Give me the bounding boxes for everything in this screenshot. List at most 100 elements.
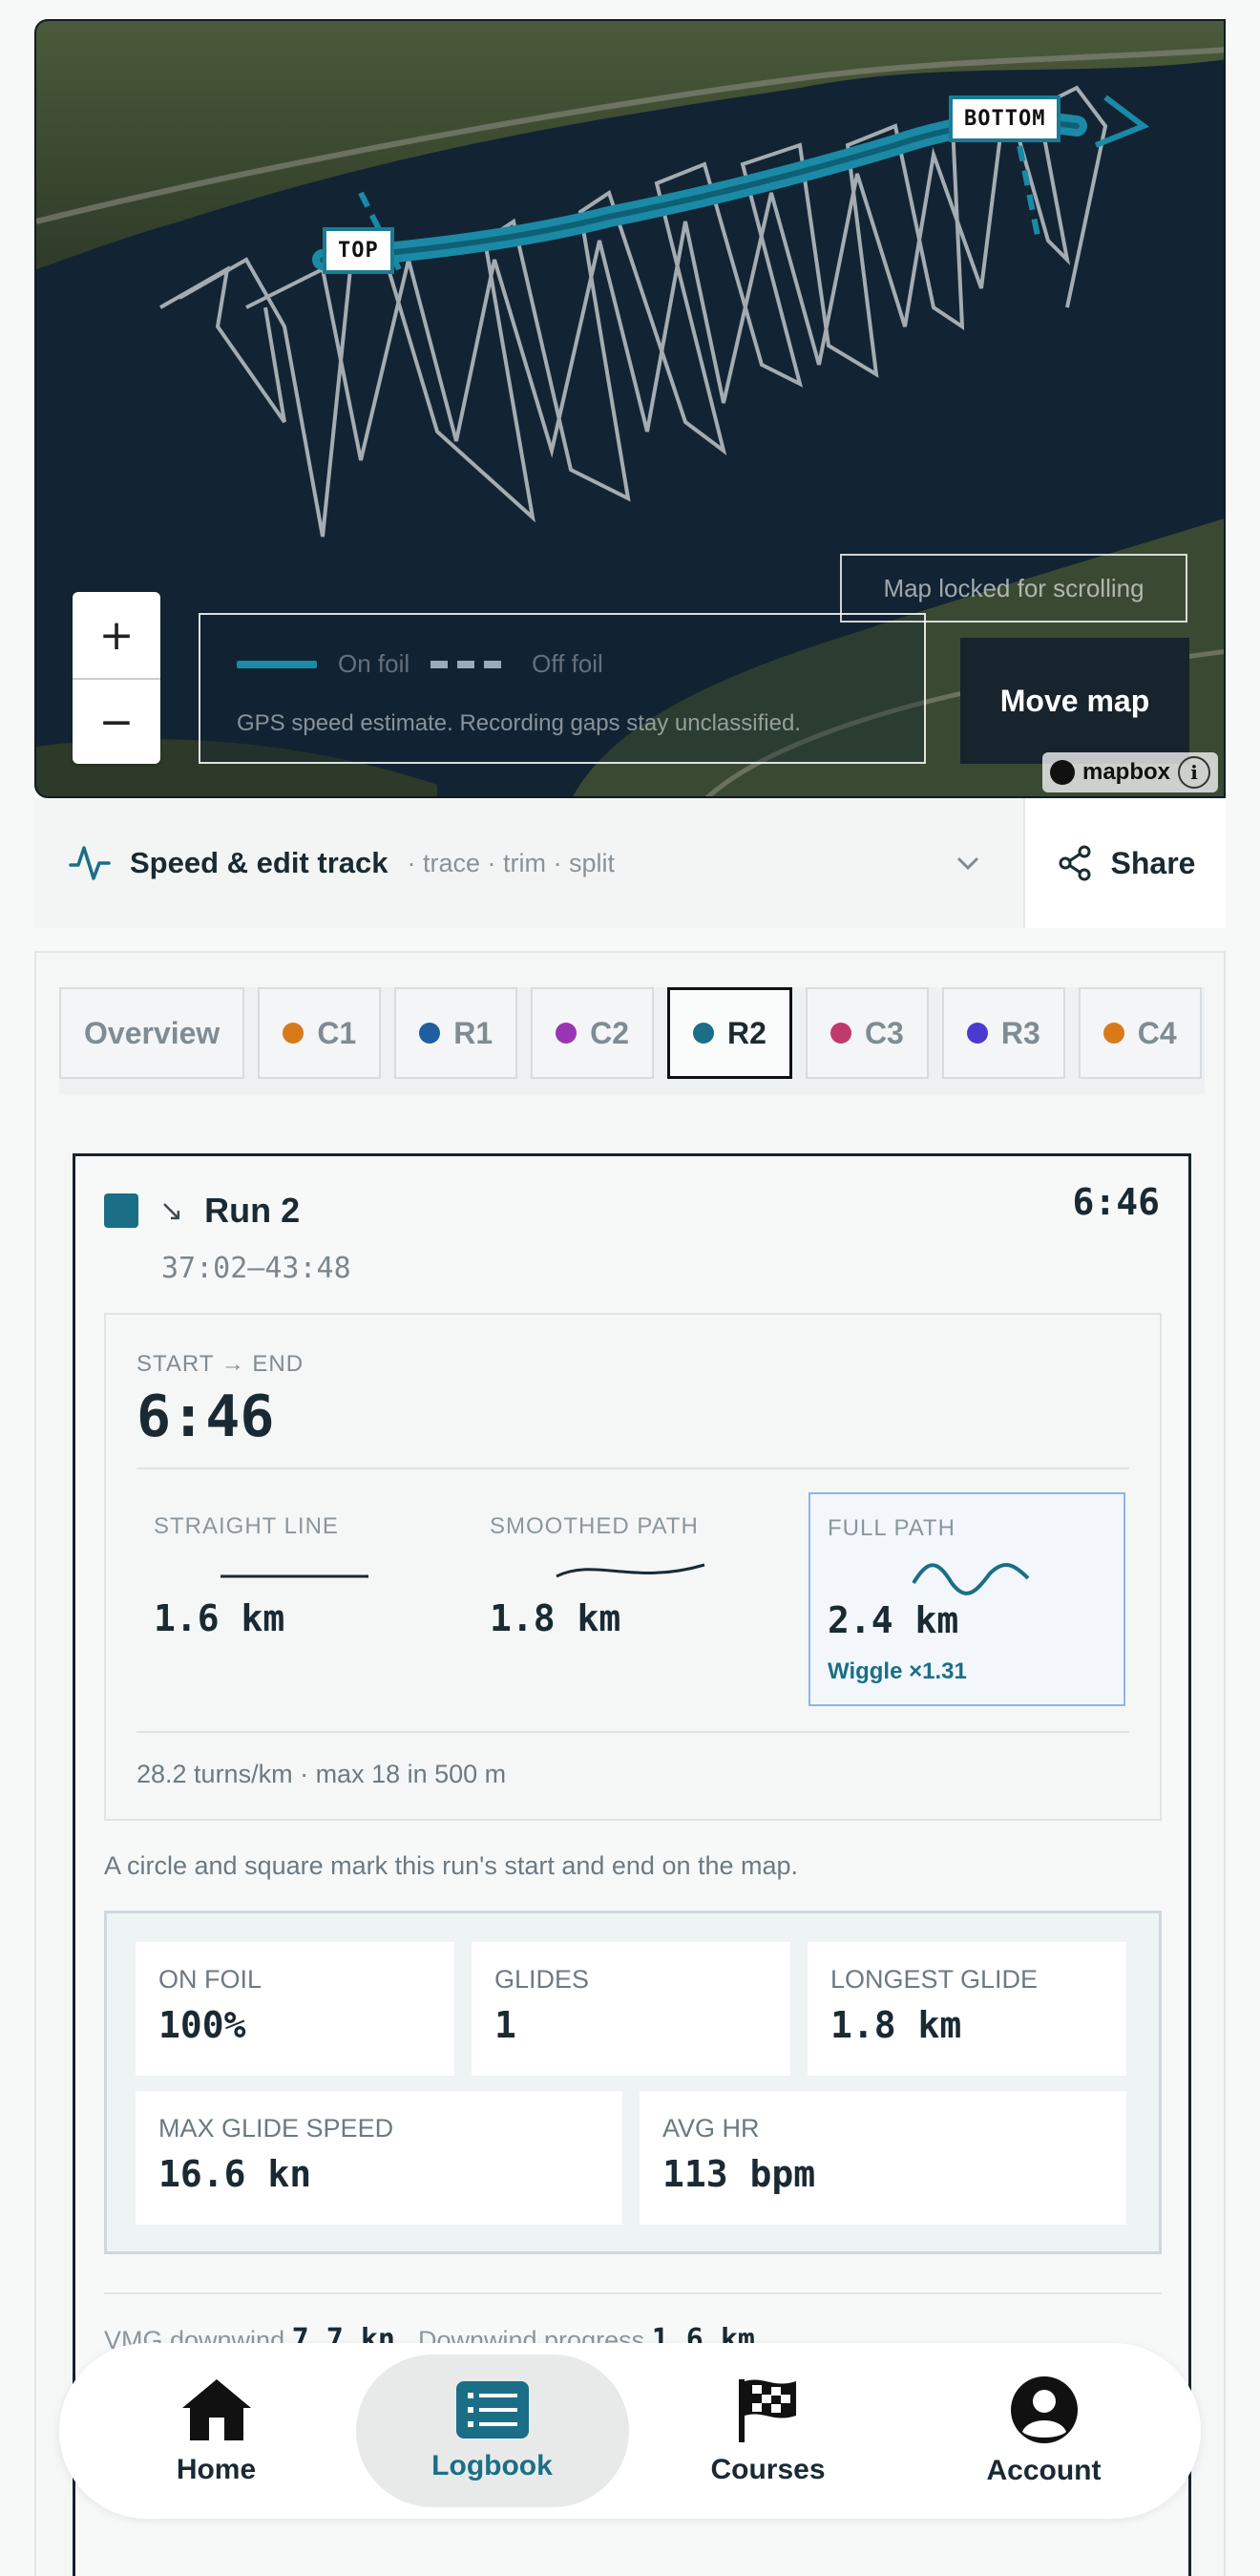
straight-line-label: STRAIGHT LINE — [154, 1513, 339, 1539]
glides-label: GLIDES — [494, 1965, 590, 1994]
glides-stat: GLIDES 1 — [472, 1942, 790, 2076]
full-path-icon — [912, 1563, 1030, 1595]
track-top-label: TOP — [323, 227, 394, 274]
segment-tabs: Overview C1 R1 C2 R2 C3 R3 C4 — [59, 987, 1205, 1094]
on-foil-stat: ON FOIL 100% — [136, 1942, 454, 2076]
straight-line-icon — [220, 1574, 368, 1578]
speed-edit-title: Speed & edit track — [130, 846, 388, 879]
logbook-icon — [455, 2381, 529, 2439]
run-time-range: 37:02–43:48 — [161, 1252, 351, 1285]
mapbox-logo-icon — [1049, 760, 1075, 785]
tab-c3[interactable]: C3 — [805, 987, 929, 1079]
max-glide-speed-value: 16.6 kn — [158, 2153, 312, 2195]
full-path-stat: FULL PATH 2.4 km Wiggle ×1.31 — [808, 1492, 1125, 1706]
off-foil-line-icon — [430, 660, 512, 668]
avg-hr-value: 113 bpm — [662, 2153, 816, 2195]
nav-home[interactable]: Home — [80, 2354, 353, 2507]
map-marker-note: A circle and square mark this run's star… — [104, 1851, 799, 1880]
tab-label: Overview — [84, 1015, 220, 1050]
nav-home-label: Home — [176, 2454, 257, 2485]
longest-glide-label: LONGEST GLIDE — [830, 1965, 1039, 1994]
activity-icon — [69, 846, 111, 880]
run-title: Run 2 — [204, 1191, 301, 1230]
segment-dot-icon — [966, 1023, 988, 1044]
tab-label: R2 — [727, 1015, 766, 1050]
segment-dot-icon — [830, 1023, 851, 1044]
nav-logbook[interactable]: Logbook — [355, 2354, 629, 2507]
arrow-down-right-icon: ↘ — [159, 1194, 184, 1227]
glide-stats: ON FOIL 100% GLIDES 1 LONGEST GLIDE 1.8 … — [104, 1911, 1162, 2254]
tab-label: C3 — [864, 1015, 904, 1050]
smoothed-path-stat: SMOOTHED PATH 1.8 km — [472, 1492, 789, 1706]
tab-label: R3 — [1000, 1015, 1040, 1050]
start-end-value: 6:46 — [136, 1383, 275, 1450]
chevron-down-icon — [956, 856, 979, 871]
tab-overview[interactable]: Overview — [59, 987, 245, 1079]
track-map[interactable]: TOP BOTTOM + − On foil Off foil GPS spee… — [34, 19, 1226, 798]
straight-line-value: 1.6 km — [154, 1597, 285, 1639]
full-path-label: FULL PATH — [828, 1515, 956, 1541]
track-bottom-label: BOTTOM — [949, 95, 1061, 142]
share-icon — [1059, 845, 1091, 881]
share-label: Share — [1110, 845, 1196, 880]
mapbox-label: mapbox — [1082, 759, 1170, 785]
tab-r2[interactable]: R2 — [667, 987, 792, 1079]
longest-glide-stat: LONGEST GLIDE 1.8 km — [808, 1942, 1126, 2076]
on-foil-line-icon — [237, 660, 317, 668]
tab-c2[interactable]: C2 — [531, 987, 655, 1079]
smoothed-path-value: 1.8 km — [490, 1597, 621, 1639]
tab-label: C2 — [590, 1015, 630, 1050]
segment-dot-icon — [419, 1023, 441, 1044]
longest-glide-value: 1.8 km — [830, 2004, 962, 2046]
legend-on-foil: On foil — [338, 649, 410, 678]
run-color-swatch — [104, 1193, 138, 1228]
share-button[interactable]: Share — [1023, 798, 1226, 928]
run-duration: 6:46 — [1072, 1181, 1160, 1223]
tab-label: C1 — [317, 1015, 357, 1050]
avg-hr-label: AVG HR — [662, 2114, 760, 2143]
zoom-in-button[interactable]: + — [73, 592, 160, 678]
segment-dot-icon — [283, 1023, 304, 1044]
max-glide-speed-label: MAX GLIDE SPEED — [158, 2114, 394, 2143]
tab-r3[interactable]: R3 — [941, 987, 1065, 1079]
bottom-nav: Home Logbook Courses Account — [59, 2343, 1201, 2519]
on-foil-label: ON FOIL — [158, 1965, 262, 1994]
flag-icon — [738, 2379, 796, 2442]
map-legend: On foil Off foil GPS speed estimate. Rec… — [199, 613, 926, 764]
max-glide-speed-stat: MAX GLIDE SPEED 16.6 kn — [136, 2091, 622, 2225]
map-locked-notice: Map locked for scrolling — [840, 554, 1187, 623]
segment-dot-icon — [693, 1023, 715, 1044]
nav-courses-label: Courses — [710, 2454, 826, 2485]
distance-box: START → END 6:46 STRAIGHT LINE 1.6 km SM… — [104, 1313, 1162, 1821]
straight-line-stat: STRAIGHT LINE 1.6 km — [136, 1492, 453, 1706]
on-foil-value: 100% — [158, 2004, 246, 2046]
tab-label: R1 — [453, 1015, 494, 1050]
speed-edit-toggle[interactable]: Speed & edit track · trace · trim · spli… — [34, 798, 1023, 928]
nav-account-label: Account — [986, 2455, 1102, 2486]
turns-summary: 28.2 turns/km · max 18 in 500 m — [136, 1760, 507, 1788]
segment-dot-icon — [556, 1023, 578, 1044]
home-icon — [181, 2379, 251, 2440]
mapbox-attribution[interactable]: mapbox i — [1041, 752, 1218, 792]
nav-courses[interactable]: Courses — [632, 2354, 905, 2507]
legend-off-foil: Off foil — [532, 649, 603, 678]
start-end-label: START → END — [136, 1351, 304, 1377]
avg-hr-stat: AVG HR 113 bpm — [640, 2091, 1126, 2225]
info-icon[interactable]: i — [1178, 756, 1210, 789]
track-toolbar: Speed & edit track · trace · trim · spli… — [34, 798, 1226, 928]
smoothed-path-icon — [556, 1563, 705, 1578]
speed-edit-subtitle: · trace · trim · split — [407, 848, 615, 877]
nav-account[interactable]: Account — [908, 2354, 1181, 2507]
glides-value: 1 — [494, 2004, 516, 2046]
zoom-out-button[interactable]: − — [73, 678, 160, 764]
legend-note: GPS speed estimate. Recording gaps stay … — [237, 710, 801, 736]
account-icon — [1010, 2376, 1078, 2443]
zoom-control: + − — [73, 592, 160, 764]
tab-c4[interactable]: C4 — [1078, 987, 1202, 1079]
move-map-button[interactable]: Move map — [960, 638, 1189, 764]
tab-r1[interactable]: R1 — [394, 987, 518, 1079]
smoothed-path-label: SMOOTHED PATH — [490, 1513, 699, 1539]
tab-c1[interactable]: C1 — [258, 987, 382, 1079]
tab-label: C4 — [1137, 1015, 1177, 1050]
full-path-value: 2.4 km — [828, 1599, 959, 1641]
